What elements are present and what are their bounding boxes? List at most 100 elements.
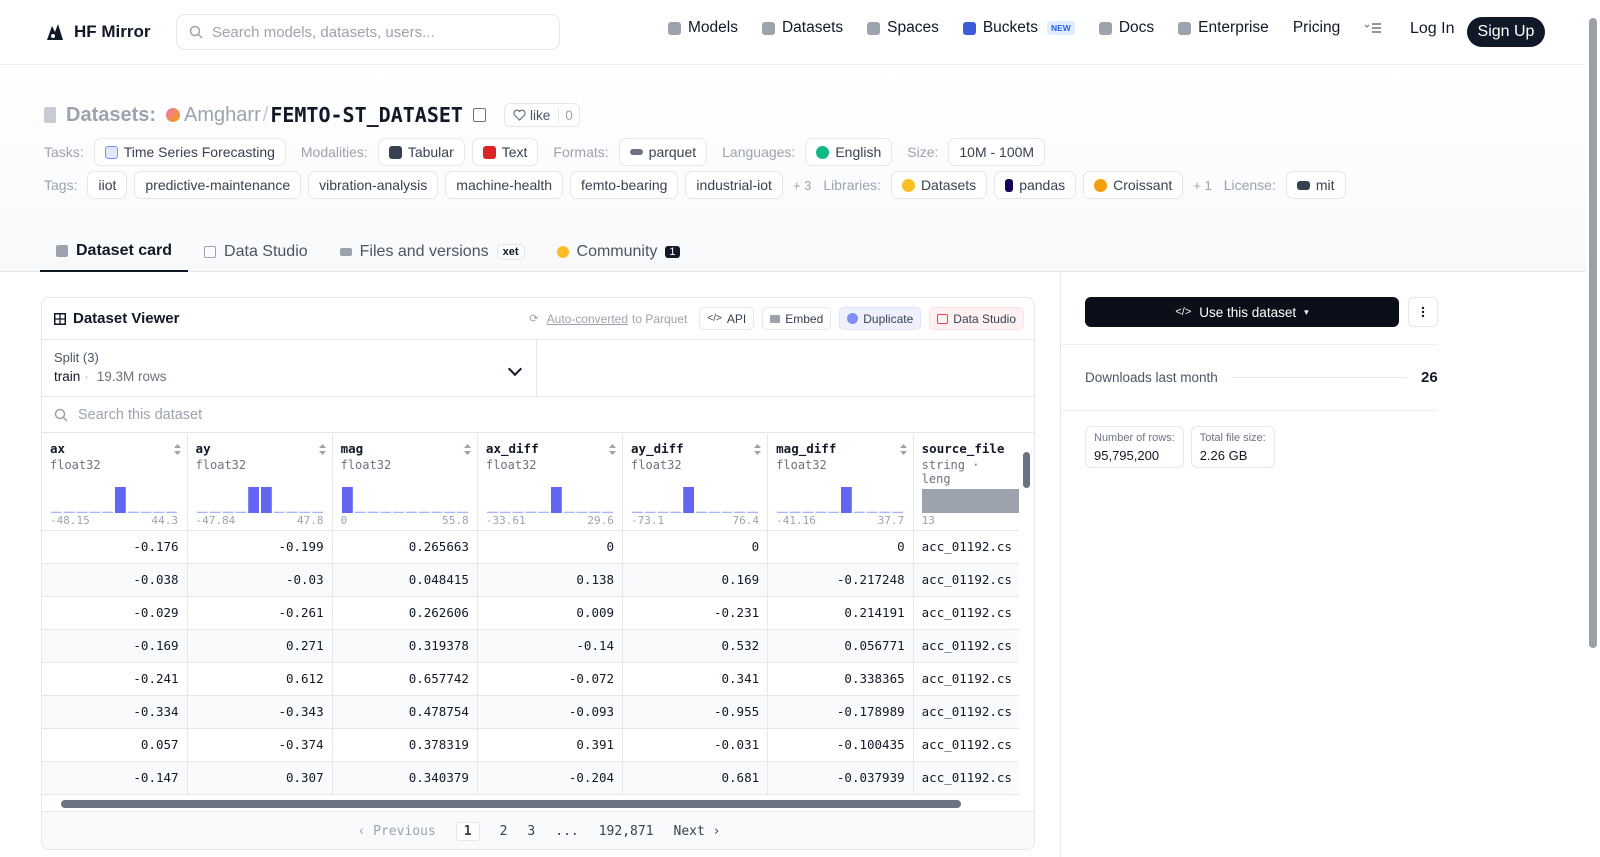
next-page-button[interactable]: Next › — [674, 824, 721, 839]
table-cell[interactable]: 0.307 — [187, 761, 333, 795]
brand-logo[interactable]: HF Mirror — [44, 20, 151, 44]
api-button[interactable]: </> API — [699, 307, 755, 330]
histogram-bar[interactable] — [380, 511, 391, 513]
table-cell[interactable]: 0.138 — [477, 563, 624, 597]
histogram-bar[interactable] — [418, 511, 430, 513]
table-cell[interactable]: 0 — [767, 530, 914, 564]
nav-enterprise[interactable]: Enterprise — [1178, 19, 1269, 37]
table-cell[interactable]: 0.657742 — [332, 662, 478, 696]
histogram-bar[interactable] — [209, 511, 221, 513]
library-croissant-chip[interactable]: Croissant — [1083, 171, 1184, 199]
histogram-bar[interactable] — [777, 511, 788, 513]
histogram-bar[interactable] — [538, 511, 549, 513]
histogram-bar[interactable] — [789, 511, 801, 513]
library-pandas-chip[interactable]: pandas — [994, 171, 1077, 199]
histogram-bar[interactable] — [102, 511, 113, 513]
sort-icon[interactable] — [899, 444, 907, 455]
nav-docs[interactable]: Docs — [1098, 19, 1154, 37]
histogram-bar[interactable] — [405, 511, 417, 513]
histogram-bar[interactable] — [853, 511, 865, 513]
duplicate-button[interactable]: Duplicate — [839, 307, 922, 330]
global-search-input[interactable]: Search models, datasets, users... — [176, 14, 560, 50]
tab-dataset-card[interactable]: Dataset card — [40, 232, 189, 272]
histogram-bar[interactable] — [222, 511, 233, 513]
table-cell[interactable]: -0.343 — [187, 695, 333, 729]
histogram-bar[interactable] — [602, 511, 613, 513]
table-cell[interactable]: -0.029 — [42, 596, 188, 630]
table-cell[interactable]: 0.056771 — [767, 629, 914, 663]
histogram-bar[interactable] — [644, 511, 656, 513]
histogram-bar[interactable] — [721, 511, 733, 513]
histogram-bar[interactable] — [802, 511, 814, 513]
table-cell[interactable]: -0.217248 — [767, 563, 914, 597]
sort-icon[interactable] — [318, 444, 326, 455]
table-cell[interactable]: 0.338365 — [767, 662, 914, 696]
histogram-bar[interactable] — [632, 511, 643, 513]
page-button-last[interactable]: 192,871 — [599, 824, 654, 839]
histogram-bar[interactable] — [683, 487, 695, 513]
histogram-bar[interactable] — [63, 511, 75, 513]
table-cell[interactable]: -0.176 — [42, 530, 188, 564]
library-datasets-chip[interactable]: Datasets — [890, 171, 988, 199]
horizontal-scrollbar[interactable] — [42, 797, 1034, 811]
histogram-bar[interactable] — [153, 511, 165, 513]
histogram-bar[interactable] — [708, 511, 720, 513]
histogram-bar[interactable] — [247, 487, 259, 513]
table-cell[interactable]: -0.100435 — [767, 728, 914, 762]
table-row[interactable]: -0.038 -0.03 0.048415 0.138 0.169 -0.217248 ac… — [42, 563, 1021, 597]
table-cell[interactable]: -0.169 — [42, 629, 188, 663]
histogram-bar[interactable] — [879, 511, 891, 513]
page-button[interactable]: 2 — [500, 824, 508, 839]
table-cell[interactable]: 0.048415 — [332, 563, 478, 597]
repo-owner-link[interactable]: Amgharr — [184, 104, 261, 127]
table-cell[interactable]: -0.037939 — [767, 761, 914, 795]
histogram-bar[interactable] — [392, 511, 404, 513]
column-header[interactable]: ay_diff float32 -73.1 76.4 — [622, 434, 769, 531]
sort-icon[interactable] — [754, 444, 762, 455]
table-cell[interactable]: 0.265663 — [332, 530, 478, 564]
more-options-button[interactable] — [1408, 297, 1438, 327]
modality-text-chip[interactable]: Text — [471, 138, 539, 166]
table-cell[interactable]: -0.178989 — [767, 695, 914, 729]
histogram-bar[interactable] — [892, 511, 904, 513]
histogram-bar[interactable] — [696, 511, 707, 513]
histogram-bar[interactable] — [456, 511, 468, 513]
page-scroll-thumb[interactable] — [1589, 18, 1597, 648]
histogram-bar[interactable] — [576, 511, 588, 513]
table-cell[interactable]: -0.03 — [187, 563, 333, 597]
table-cell[interactable]: 0.478754 — [332, 695, 478, 729]
table-cell[interactable]: 0.340379 — [332, 761, 478, 795]
scroll-thumb[interactable] — [61, 800, 961, 808]
histogram-bar[interactable] — [51, 511, 62, 513]
table-cell[interactable]: -0.204 — [477, 761, 624, 795]
table-cell[interactable]: -0.031 — [622, 728, 769, 762]
histogram-bar[interactable] — [815, 511, 827, 513]
nav-spaces[interactable]: Spaces — [867, 19, 939, 37]
table-cell[interactable]: 0.271 — [187, 629, 333, 663]
histogram-bar[interactable] — [127, 511, 139, 513]
table-cell[interactable]: 0.378319 — [332, 728, 478, 762]
histogram-bar[interactable] — [431, 511, 443, 513]
table-cell[interactable]: 0.057 — [42, 728, 188, 762]
column-header[interactable]: mag_diff float32 -41.16 37.7 — [767, 434, 914, 531]
table-cell[interactable]: -0.374 — [187, 728, 333, 762]
histogram-bar[interactable] — [444, 511, 455, 513]
task-chip[interactable]: Time Series Forecasting — [93, 138, 286, 166]
auto-converted-link[interactable]: Auto-converted — [547, 312, 628, 326]
histogram-bar[interactable] — [354, 511, 366, 513]
table-row[interactable]: -0.147 0.307 0.340379 -0.204 0.681 -0.037939 a… — [42, 761, 1021, 795]
login-link[interactable]: Log In — [1410, 20, 1454, 38]
column-header[interactable]: ax_diff float32 -33.61 29.6 — [477, 434, 624, 531]
table-cell[interactable]: acc_01192.cs — [913, 530, 1021, 564]
histogram-bar[interactable] — [589, 511, 601, 513]
size-chip[interactable]: 10M - 100M — [948, 138, 1046, 166]
scroll-thumb[interactable] — [1023, 452, 1030, 488]
previous-page-button[interactable]: ‹ Previous — [357, 824, 435, 839]
table-cell[interactable]: 0.341 — [622, 662, 769, 696]
table-cell[interactable]: acc_01192.cs — [913, 563, 1021, 597]
table-cell[interactable]: acc_01192.cs — [913, 629, 1021, 663]
dataset-search-input[interactable]: Search this dataset — [42, 397, 1034, 433]
table-row[interactable]: -0.241 0.612 0.657742 -0.072 0.341 0.338365 ac… — [42, 662, 1021, 696]
format-chip[interactable]: parquet — [618, 138, 708, 166]
table-cell[interactable]: acc_01192.cs — [913, 761, 1021, 795]
